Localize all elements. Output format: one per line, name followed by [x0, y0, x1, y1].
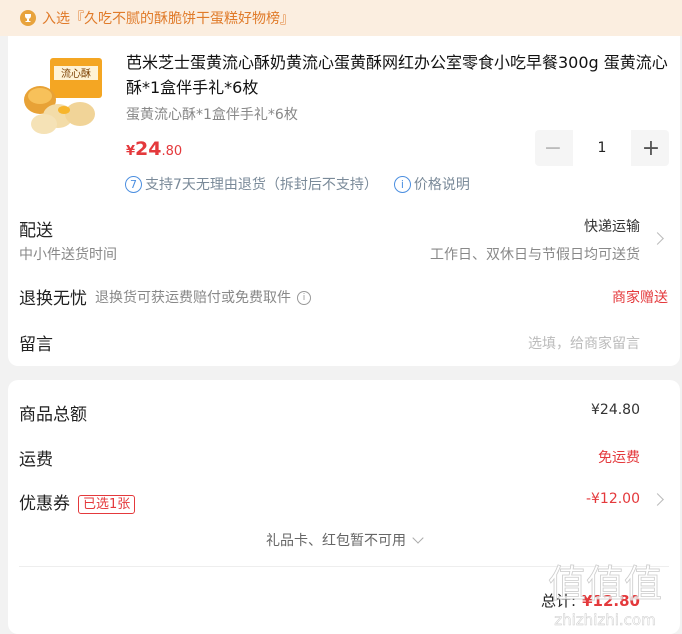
gift-card-text: 礼品卡、红包暂不可用: [266, 533, 406, 549]
freight-value: 免运费: [598, 450, 640, 466]
price-decimal: .80: [161, 144, 183, 159]
price-note-link[interactable]: 价格说明: [414, 174, 470, 194]
increase-button[interactable]: +: [633, 130, 669, 166]
returns-desc-wrap: 退换货可获运费赔付或免费取件 i: [95, 287, 311, 307]
price-integer: 24: [135, 138, 162, 160]
returns-desc: 退换货可获运费赔付或免费取件: [95, 290, 291, 306]
price-currency: ¥: [126, 144, 136, 159]
delivery-label: 配送: [19, 221, 53, 241]
decrease-button[interactable]: −: [535, 130, 571, 166]
return-policy-text[interactable]: 支持7天无理由退货（拆封后不支持）: [145, 174, 378, 194]
coupon-label: 优惠券: [19, 494, 70, 514]
total-label: 总计:: [541, 592, 577, 610]
banner-text: 入选『久吃不腻的酥脆饼干蛋糕好物榜』: [42, 11, 294, 27]
chevron-right-icon: [651, 232, 664, 245]
delivery-method: 快递运输: [584, 219, 640, 235]
message-input[interactable]: 选填，给商家留言: [528, 333, 640, 353]
chevron-down-icon: [412, 532, 424, 544]
order-item-card: 流心酥 芭米芝士蛋黄流心酥奶黄流心蛋黄酥网红办公室零食小吃早餐300g 蛋黄流心…: [8, 36, 680, 366]
seven-day-return-icon: 7: [125, 175, 142, 193]
divider: [19, 566, 669, 567]
returns-badge: 商家赠送: [612, 290, 668, 306]
info-icon[interactable]: i: [297, 291, 311, 305]
quantity-field[interactable]: 1: [573, 130, 631, 166]
info-icon: i: [393, 175, 411, 193]
product-title[interactable]: 芭米芝士蛋黄流心酥奶黄流心蛋黄酥网红办公室零食小吃早餐300g 蛋黄流心酥*1盒…: [126, 50, 671, 100]
gift-card-toggle[interactable]: 礼品卡、红包暂不可用: [8, 530, 680, 550]
service-info: 7 支持7天无理由退货（拆封后不支持） i 价格说明: [125, 174, 470, 194]
product-thumbnail[interactable]: 流心酥: [20, 52, 106, 138]
order-total: 总计: ¥12.80: [541, 590, 640, 611]
delivery-sub: 中小件送货时间: [19, 247, 117, 263]
product-price: ¥24.80: [126, 138, 182, 160]
message-label: 留言: [19, 335, 53, 355]
returns-label: 退换无忧: [19, 289, 87, 309]
ranking-banner[interactable]: 入选『久吃不腻的酥脆饼干蛋糕好物榜』: [0, 0, 682, 36]
total-value: ¥12.80: [582, 592, 640, 610]
coupon-selected-badge: 已选1张: [78, 494, 136, 514]
product-spec[interactable]: 蛋黄流心酥*1盒伴手礼*6枚: [126, 104, 298, 124]
goods-total-label: 商品总额: [19, 405, 87, 425]
box-text: 流心酥: [61, 67, 91, 80]
price-summary-card: 商品总额 ¥24.80 运费 免运费 优惠券 已选1张 -¥12.00 礼品卡、红…: [8, 380, 680, 634]
freight-label: 运费: [19, 450, 53, 470]
delivery-time: 工作日、双休日与节假日均可送货: [430, 247, 640, 263]
trophy-icon: [20, 10, 36, 26]
coupon-label-wrap: 优惠券 已选1张: [19, 489, 136, 514]
quantity-stepper: − 1 +: [535, 130, 669, 166]
chevron-right-icon: [651, 493, 664, 506]
goods-total-value: ¥24.80: [591, 402, 640, 418]
coupon-value: -¥12.00: [585, 491, 640, 507]
